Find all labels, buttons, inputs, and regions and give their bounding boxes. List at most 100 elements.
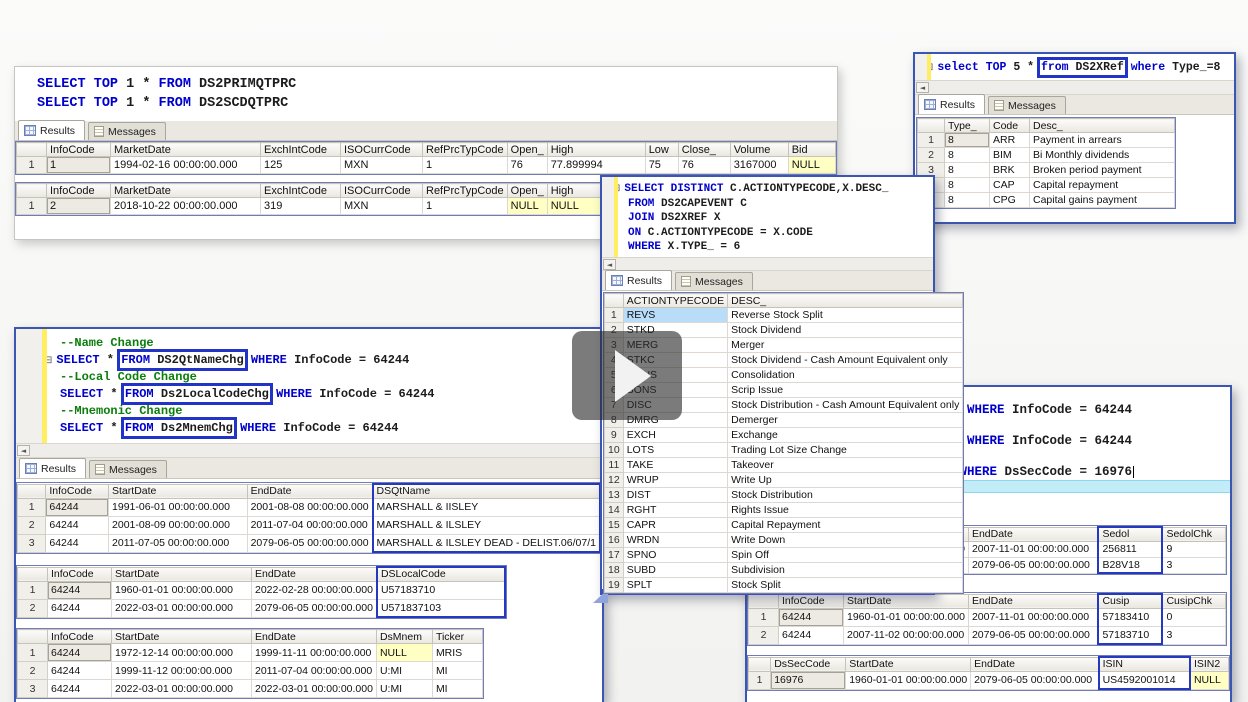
tab-messages[interactable]: Messages (89, 460, 167, 478)
grid-cell[interactable]: EXCH (623, 428, 727, 443)
grid-cell[interactable]: MRIS (432, 644, 482, 662)
column-header[interactable]: Open_ (507, 143, 547, 157)
grid-cell[interactable]: Stock Split (728, 578, 963, 593)
grid-cell[interactable]: 8 (945, 163, 990, 178)
column-header[interactable]: InfoCode (47, 184, 111, 198)
column-header[interactable]: Cusip (1098, 594, 1162, 608)
row-number[interactable]: 3 (18, 680, 48, 698)
row-number[interactable]: 9 (605, 428, 624, 443)
grid-cell[interactable]: MARSHALL & ILSLEY DEAD - DELIST.06/07/1 (373, 534, 600, 552)
grid-cell[interactable]: 64244 (48, 680, 112, 698)
grid-cell[interactable]: BIM (990, 148, 1030, 163)
grid-cell[interactable]: Bi Monthly dividends (1030, 148, 1175, 163)
grid-cell[interactable]: MARSHALL & ILSLEY (373, 516, 600, 534)
grid-cell[interactable]: 57183410 (1098, 608, 1162, 626)
grid-cell[interactable]: 1960-01-01 00:00:00.000 (844, 608, 969, 626)
grid-cell[interactable]: 64244 (48, 644, 112, 662)
grid-cell[interactable]: Payment in arrears (1030, 133, 1175, 148)
grid-cell[interactable]: NULL (788, 157, 835, 174)
grid-cell[interactable]: 64244 (48, 662, 112, 680)
corner-header[interactable] (918, 119, 945, 133)
grid-cell[interactable]: NULL (1190, 671, 1229, 689)
row-number[interactable]: 1 (18, 644, 48, 662)
grid-cell[interactable]: Scrip Issue (728, 383, 963, 398)
grid-cell[interactable]: 64244 (779, 626, 844, 644)
horizontal-scrollbar[interactable]: ◄ (915, 80, 1234, 95)
row-number[interactable]: 2 (18, 516, 46, 534)
grid-cell[interactable]: 2007-11-01 00:00:00.000 (968, 541, 1098, 557)
grid-cell[interactable]: RGHT (623, 503, 727, 518)
tab-results[interactable]: Results (19, 458, 86, 478)
row-number[interactable]: 19 (605, 578, 624, 593)
grid-cell[interactable]: US4592001014 (1099, 671, 1190, 689)
grid-cell[interactable]: ARR (990, 133, 1030, 148)
column-header[interactable]: EndDate (971, 657, 1099, 671)
grid-cell[interactable]: 76 (678, 157, 730, 174)
grid-cell[interactable]: 2 (47, 198, 111, 215)
column-header[interactable]: SedolChk (1162, 527, 1225, 541)
row-number[interactable]: 1 (18, 498, 46, 516)
column-header[interactable]: Open_ (507, 184, 547, 198)
grid-cell[interactable]: 2018-10-22 00:00:00.000 (111, 198, 261, 215)
grid-cell[interactable]: Capital repayment (1030, 178, 1175, 193)
sql-editor[interactable]: SELECT TOP 1 * FROM DS2PRIMQTPRCSELECT T… (15, 67, 837, 121)
sql-editor[interactable]: ⊟select TOP 5 * from DS2XRef where Type_… (915, 54, 1234, 80)
grid-cell[interactable]: 64244 (48, 581, 112, 599)
column-header[interactable]: EndDate (968, 527, 1098, 541)
row-number[interactable]: 2 (918, 148, 945, 163)
row-number[interactable]: 18 (605, 563, 624, 578)
corner-header[interactable] (17, 184, 47, 198)
row-number[interactable]: 2 (18, 599, 48, 617)
corner-header[interactable] (749, 594, 779, 608)
tab-messages[interactable]: Messages (988, 96, 1066, 114)
corner-header[interactable] (18, 567, 48, 581)
grid-cell[interactable]: 1 (423, 198, 508, 215)
video-play-button[interactable] (572, 331, 682, 420)
grid-cell[interactable]: 1 (423, 157, 508, 174)
grid-cell[interactable]: U:MI (376, 662, 432, 680)
grid-cell[interactable]: 1999-11-11 00:00:00.000 (252, 644, 377, 662)
grid-cell[interactable]: 1960-01-01 00:00:00.000 (112, 581, 252, 599)
grid-cell[interactable]: Write Down (728, 533, 963, 548)
corner-header[interactable] (18, 484, 46, 498)
row-number[interactable]: 1 (17, 198, 47, 215)
grid-cell[interactable]: 57183710 (1098, 626, 1162, 644)
grid-cell[interactable]: Exchange (728, 428, 963, 443)
row-number[interactable]: 2 (749, 626, 779, 644)
column-header[interactable]: StartDate (109, 484, 248, 498)
grid-cell[interactable]: NULL (376, 644, 432, 662)
grid-cell[interactable]: Stock Dividend (728, 323, 963, 338)
grid-cell[interactable]: 0 (1162, 608, 1225, 626)
grid-cell[interactable]: 2007-11-02 00:00:00.000 (844, 626, 969, 644)
grid-cell[interactable]: Stock Distribution (728, 488, 963, 503)
column-header[interactable]: ISOCurrCode (341, 143, 423, 157)
grid-cell[interactable]: 1991-06-01 00:00:00.000 (109, 498, 248, 516)
grid-cell[interactable]: 2022-02-28 00:00:00.000 (252, 581, 377, 599)
scroll-left-icon[interactable]: ◄ (603, 259, 616, 270)
grid-cell[interactable]: 2079-06-05 00:00:00.000 (252, 599, 377, 617)
corner-header[interactable] (605, 294, 624, 308)
grid-cell[interactable]: CAPR (623, 518, 727, 533)
grid-cell[interactable]: REVS (623, 308, 727, 323)
grid-cell[interactable]: 2001-08-09 00:00:00.000 (109, 516, 248, 534)
row-number[interactable]: 15 (605, 518, 624, 533)
grid-cell[interactable]: 76 (507, 157, 547, 174)
grid-cell[interactable]: 3167000 (730, 157, 788, 174)
grid-cell[interactable]: MI (432, 662, 482, 680)
grid-cell[interactable]: 319 (261, 198, 341, 215)
grid-cell[interactable]: Consolidation (728, 368, 963, 383)
grid-cell[interactable]: 2007-11-01 00:00:00.000 (968, 608, 1098, 626)
grid-cell[interactable]: 125 (261, 157, 341, 174)
corner-header[interactable] (18, 630, 48, 644)
column-header[interactable]: Bid (788, 143, 835, 157)
grid-cell[interactable]: NULL (507, 198, 547, 215)
grid-cell[interactable]: Spin Off (728, 548, 963, 563)
grid-cell[interactable]: 64244 (46, 516, 109, 534)
grid-cell[interactable]: 64244 (48, 599, 112, 617)
grid-cell[interactable]: Merger (728, 338, 963, 353)
grid-cell[interactable]: 2011-07-05 00:00:00.000 (109, 534, 248, 552)
tab-results[interactable]: Results (918, 94, 985, 114)
tab-results[interactable]: Results (605, 270, 672, 290)
grid-cell[interactable]: 1994-02-16 00:00:00.000 (111, 157, 261, 174)
grid-cell[interactable]: TAKE (623, 458, 727, 473)
